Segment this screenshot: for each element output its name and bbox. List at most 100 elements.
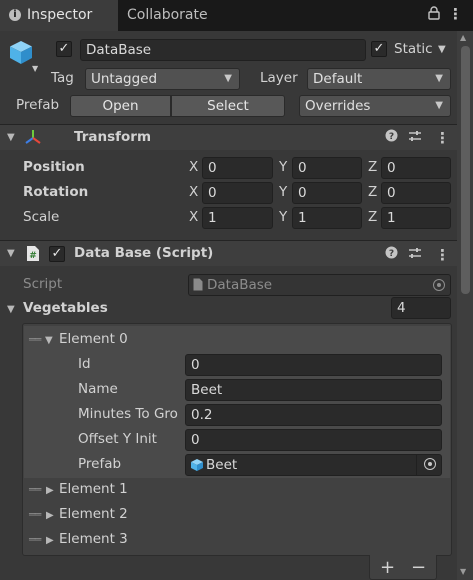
name-label: Name	[78, 381, 118, 397]
vegetables-size-field[interactable]: 4	[391, 297, 451, 319]
icon-dropdown-arrow-icon[interactable]: ▼	[32, 64, 38, 73]
drag-handle-icon[interactable]: ══	[29, 333, 41, 346]
script-menu-icon[interactable]: ⋮	[435, 248, 450, 263]
offset-y-init-field[interactable]: 0	[185, 429, 442, 451]
svg-text:?: ?	[389, 249, 394, 259]
svg-text:?: ?	[389, 132, 394, 142]
position-x-field[interactable]: 0	[202, 157, 273, 179]
scale-label: Scale	[23, 209, 60, 225]
scroll-up-icon[interactable]: ▲	[460, 33, 466, 42]
scale-x-field[interactable]: 1	[202, 207, 273, 229]
layer-label: Layer	[260, 70, 298, 86]
static-checkbox[interactable]: ✓	[371, 41, 387, 57]
rotation-label: Rotation	[23, 184, 89, 200]
element-3-label[interactable]: Element 3	[59, 531, 128, 547]
name-field[interactable]: Beet	[185, 379, 442, 401]
position-y-label[interactable]: Y	[279, 159, 287, 175]
element-prefab-value: Beet	[206, 457, 238, 473]
svg-text:#: #	[29, 251, 37, 261]
tab-inspector-label: Inspector	[27, 7, 93, 23]
element-2-label[interactable]: Element 2	[59, 506, 128, 522]
rotation-x-field[interactable]: 0	[202, 182, 273, 204]
tab-collaborate-label: Collaborate	[127, 7, 208, 23]
element-0-foldout-icon[interactable]: ▼	[45, 335, 53, 346]
element-prefab-label: Prefab	[78, 456, 122, 472]
scale-x-label[interactable]: X	[189, 209, 198, 225]
position-y-field[interactable]: 0	[292, 157, 362, 179]
tag-dropdown[interactable]: Untagged ▼	[85, 68, 240, 90]
scrollbar-thumb[interactable]	[461, 46, 470, 294]
transform-menu-icon[interactable]: ⋮	[435, 131, 450, 146]
layer-dropdown[interactable]: Default ▼	[307, 68, 451, 90]
position-z-field[interactable]: 0	[381, 157, 451, 179]
element-1-label[interactable]: Element 1	[59, 481, 128, 497]
static-dropdown-arrow-icon[interactable]: ▼	[438, 44, 446, 55]
tag-value: Untagged	[91, 71, 158, 87]
script-field: DataBase	[188, 274, 451, 296]
element-2-foldout-icon[interactable]: ▶	[46, 510, 54, 521]
transform-foldout-icon[interactable]: ▼	[7, 132, 15, 143]
script-help-icon[interactable]: ?	[385, 246, 398, 263]
rotation-z-label[interactable]: Z	[368, 184, 377, 200]
drag-handle-icon[interactable]: ══	[29, 533, 41, 546]
script-foldout-icon[interactable]: ▼	[7, 248, 15, 259]
prefab-open-button[interactable]: Open	[70, 95, 171, 117]
lock-icon[interactable]	[428, 6, 440, 24]
layer-value: Default	[313, 71, 363, 87]
script-component-title: Data Base (Script)	[74, 245, 214, 261]
element-1-foldout-icon[interactable]: ▶	[46, 485, 54, 496]
prefab-select-button[interactable]: Select	[171, 95, 285, 117]
vegetables-foldout-icon[interactable]: ▼	[7, 304, 15, 315]
tag-label: Tag	[51, 70, 74, 86]
offset-y-init-label: Offset Y Init	[78, 431, 157, 447]
rotation-z-field[interactable]: 0	[381, 182, 451, 204]
static-label[interactable]: Static	[394, 41, 433, 57]
element-prefab-field[interactable]: Beet	[185, 454, 442, 476]
scale-y-field[interactable]: 1	[292, 207, 362, 229]
add-element-button[interactable]: +	[380, 559, 395, 577]
info-icon: i	[9, 9, 21, 21]
transform-title: Transform	[74, 129, 152, 145]
scale-z-field[interactable]: 1	[381, 207, 451, 229]
drag-handle-icon[interactable]: ══	[29, 508, 41, 521]
csharp-script-icon: #	[26, 245, 40, 266]
scroll-down-icon[interactable]: ▼	[460, 567, 466, 576]
tab-collaborate[interactable]: Collaborate	[118, 0, 238, 31]
gameobject-cube-icon[interactable]	[8, 39, 34, 65]
position-label: Position	[23, 159, 85, 175]
drag-handle-icon[interactable]: ══	[29, 483, 41, 496]
script-enabled-checkbox[interactable]: ✓	[49, 246, 65, 262]
element-0-label[interactable]: Element 0	[59, 331, 128, 347]
position-x-label[interactable]: X	[189, 159, 198, 175]
rotation-x-label[interactable]: X	[189, 184, 198, 200]
scale-y-label[interactable]: Y	[279, 209, 287, 225]
script-object-picker-icon	[433, 279, 445, 291]
id-field[interactable]: 0	[185, 354, 442, 376]
overrides-chevron-down-icon: ▼	[435, 100, 443, 111]
prefab-label: Prefab	[16, 97, 60, 113]
rotation-y-label[interactable]: Y	[279, 184, 287, 200]
script-field-value: DataBase	[207, 277, 273, 293]
vegetables-label[interactable]: Vegetables	[23, 300, 108, 316]
script-label: Script	[23, 276, 63, 292]
transform-icon	[24, 128, 42, 150]
id-label: Id	[78, 356, 91, 372]
tab-menu-icon[interactable]: ⋮	[448, 7, 463, 22]
prefab-overrides-dropdown[interactable]: Overrides ▼	[299, 95, 451, 117]
help-icon[interactable]: ?	[385, 129, 398, 146]
element-3-foldout-icon[interactable]: ▶	[46, 535, 54, 546]
tag-chevron-down-icon: ▼	[224, 73, 232, 84]
presets-icon[interactable]	[408, 129, 422, 147]
script-presets-icon[interactable]	[408, 246, 422, 264]
prefab-cube-icon	[190, 458, 204, 476]
remove-element-button[interactable]: −	[411, 559, 426, 577]
minutes-to-grow-field[interactable]: 0.2	[185, 404, 442, 426]
active-checkbox[interactable]: ✓	[56, 41, 72, 57]
object-name-field[interactable]: DataBase	[80, 39, 366, 61]
minutes-to-grow-label: Minutes To Gro	[78, 406, 178, 422]
scale-z-label[interactable]: Z	[368, 209, 377, 225]
rotation-y-field[interactable]: 0	[292, 182, 362, 204]
overrides-value: Overrides	[305, 98, 371, 114]
layer-chevron-down-icon: ▼	[435, 73, 443, 84]
position-z-label[interactable]: Z	[368, 159, 377, 175]
